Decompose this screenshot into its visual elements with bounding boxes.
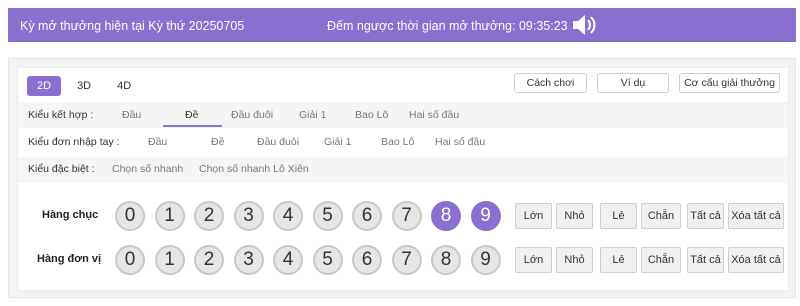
manual-label: Kiểu đơn nhập tay : <box>28 136 120 148</box>
tens-large-button[interactable]: Lớn <box>515 203 552 229</box>
tens-digit-1[interactable]: 1 <box>154 201 185 231</box>
prize-structure-button[interactable]: Cơ cấu giải thưởng <box>679 73 780 93</box>
tens-digit-2[interactable]: 2 <box>194 201 224 231</box>
tab-3d[interactable]: 3D <box>67 76 101 96</box>
manual-option-hai-so-dau[interactable]: Hai số đầu <box>435 136 485 148</box>
help-buttons: Cách chơi Ví dụ Cơ cấu giải thưởng <box>514 73 780 93</box>
combo-label: Kiểu kết hợp : <box>28 109 94 121</box>
tens-all-button[interactable]: Tất cả <box>687 203 724 229</box>
tens-even-button[interactable]: Chẵn <box>641 203 681 229</box>
current-period: Kỳ mở thưởng hiện tại Kỳ thứ 20250705 <box>20 19 245 33</box>
units-odd-button[interactable]: Lẻ <box>600 247 637 273</box>
tens-digit-5[interactable]: 5 <box>312 201 343 231</box>
tens-digit-8[interactable]: 8 <box>431 201 461 231</box>
units-small-button[interactable]: Nhỏ <box>556 247 593 273</box>
example-button[interactable]: Ví dụ <box>597 73 669 93</box>
active-option-underline <box>163 125 222 127</box>
units-digit-0[interactable]: 0 <box>115 245 145 275</box>
tens-digit-0[interactable]: 0 <box>115 201 145 231</box>
units-clear-all-button[interactable]: Xóa tất cả <box>728 247 784 273</box>
tens-digit-4[interactable]: 4 <box>273 201 303 231</box>
tens-clear-all-button[interactable]: Xóa tất cả <box>728 203 784 229</box>
manual-option-bao-lo[interactable]: Bao Lô <box>381 136 414 148</box>
manual-option-dau[interactable]: Đầu <box>148 136 167 148</box>
combo-option-hai-so-dau[interactable]: Hai số đầu <box>409 109 459 121</box>
units-all-button[interactable]: Tất cả <box>687 247 724 273</box>
combo-option-de[interactable]: Đề <box>185 109 198 121</box>
manual-option-de[interactable]: Đề <box>211 136 224 148</box>
combo-row: Kiểu kết hợp : Đầu Đề Đầu đuôi Giải 1 Ba… <box>28 109 788 125</box>
combo-option-dau[interactable]: Đầu <box>122 109 141 121</box>
tab-4d[interactable]: 4D <box>107 76 141 96</box>
manual-option-dau-duoi[interactable]: Đầu đuôi <box>257 136 299 148</box>
units-large-button[interactable]: Lớn <box>515 247 552 273</box>
tens-digit-6[interactable]: 6 <box>352 201 382 231</box>
manual-option-giai-1[interactable]: Giải 1 <box>324 136 351 148</box>
draw-info-bar: Kỳ mở thưởng hiện tại Kỳ thứ 20250705 Đế… <box>8 8 796 42</box>
game-type-tabs: 2D 3D 4D <box>27 76 141 96</box>
tens-digit-9[interactable]: 9 <box>470 201 501 231</box>
tens-small-button[interactable]: Nhỏ <box>556 203 593 229</box>
countdown-timer: Đếm ngược thời gian mở thưởng: 09:35:23 <box>327 19 568 33</box>
units-digit-3[interactable]: 3 <box>233 245 264 275</box>
units-digit-1[interactable]: 1 <box>154 245 185 275</box>
speaker-icon[interactable] <box>571 13 599 37</box>
units-digit-8[interactable]: 8 <box>431 245 461 275</box>
how-to-play-button[interactable]: Cách chơi <box>514 73 587 93</box>
units-digit-7[interactable]: 7 <box>391 245 422 275</box>
special-label: Kiểu đặc biệt : <box>28 163 95 175</box>
betting-panel-inner: 2D 3D 4D Cách chơi Ví dụ Cơ cấu giải thư… <box>17 67 789 291</box>
special-row: Kiểu đặc biệt : Chọn số nhanh Chọn số nh… <box>28 163 788 179</box>
units-even-button[interactable]: Chẵn <box>641 247 681 273</box>
units-digit-9[interactable]: 9 <box>470 245 501 275</box>
units-digit-2[interactable]: 2 <box>194 245 224 275</box>
units-row-label: Hàng đơn vị <box>37 253 102 265</box>
units-digit-6[interactable]: 6 <box>352 245 382 275</box>
manual-row: Kiểu đơn nhập tay : Đầu Đề Đầu đuôi Giải… <box>28 136 788 152</box>
tens-digit-3[interactable]: 3 <box>233 201 264 231</box>
tens-row-label: Hàng chục <box>42 209 99 221</box>
special-option-quick-pick[interactable]: Chọn số nhanh <box>112 163 183 175</box>
units-digit-5[interactable]: 5 <box>312 245 343 275</box>
combo-option-dau-duoi[interactable]: Đầu đuôi <box>231 109 273 121</box>
tab-2d[interactable]: 2D <box>27 76 62 96</box>
tens-odd-button[interactable]: Lẻ <box>600 203 637 229</box>
combo-option-bao-lo[interactable]: Bao Lô <box>355 109 388 121</box>
combo-option-giai-1[interactable]: Giải 1 <box>299 109 326 121</box>
units-digit-4[interactable]: 4 <box>273 245 303 275</box>
betting-panel: 2D 3D 4D Cách chơi Ví dụ Cơ cấu giải thư… <box>8 58 796 298</box>
special-option-quick-pick-lo-xien[interactable]: Chọn số nhanh Lô Xiên <box>199 163 309 175</box>
tens-digit-7[interactable]: 7 <box>391 201 422 231</box>
